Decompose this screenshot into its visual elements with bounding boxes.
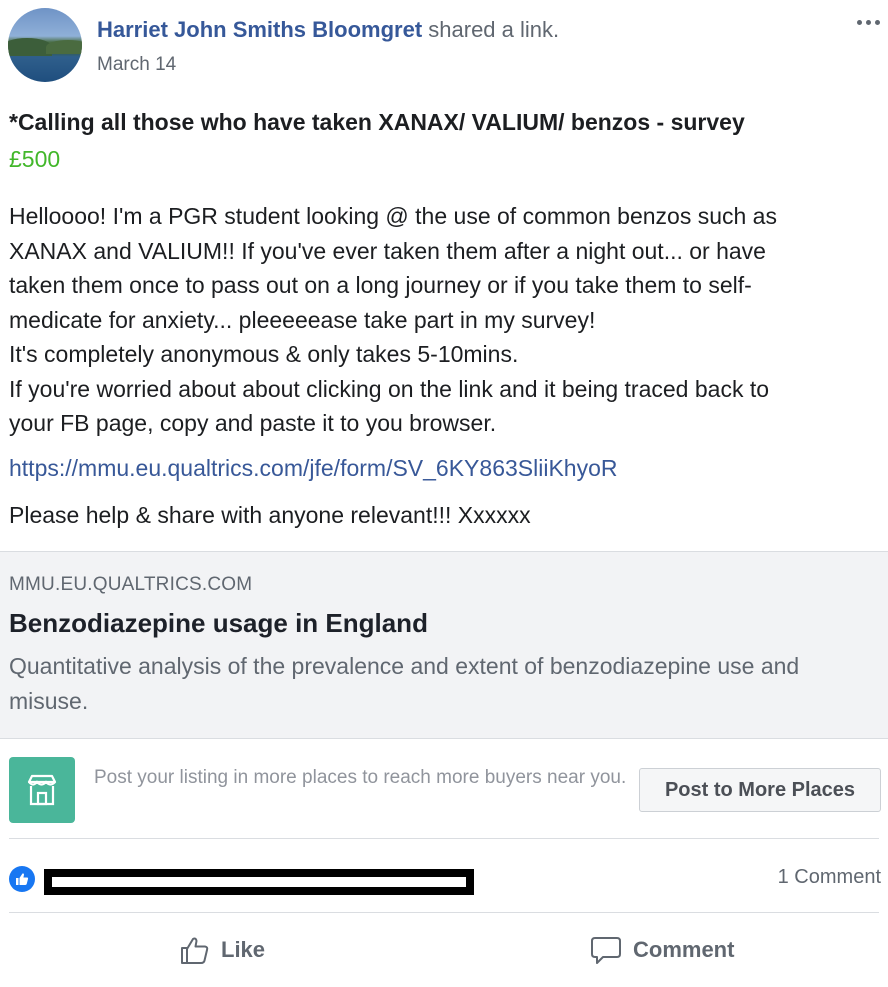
author-avatar[interactable] (8, 8, 82, 82)
comment-label: Comment (633, 937, 735, 962)
marketplace-prompt-text: Post your listing in more places to reac… (94, 767, 627, 788)
ellipsis-dot (865, 19, 871, 25)
ellipsis-dot (874, 19, 880, 25)
comment-bubble-icon (591, 937, 621, 964)
listing-title: *Calling all those who have taken XANAX/… (9, 109, 745, 135)
thumbs-up-icon (181, 937, 209, 964)
comment-button[interactable]: Comment (589, 928, 734, 972)
preview-domain: MMU.EU.QUALTRICS.COM (9, 574, 253, 595)
divider (9, 912, 879, 913)
reactions-bar: 1 Comment (0, 850, 888, 902)
author-line: Harriet John Smiths Bloomgret shared a l… (97, 16, 559, 44)
preview-description: Quantitative analysis of the prevalence … (9, 653, 800, 714)
body-line: your FB page, copy and paste it to you b… (9, 410, 497, 436)
body-line: medicate for anxiety... pleeeeease take … (9, 306, 596, 333)
author-name-link[interactable]: Harriet John Smiths Bloomgret (97, 17, 422, 42)
body-line: Helloooo! I'm a PGR student looking @ th… (9, 203, 777, 229)
like-label: Like (221, 937, 266, 962)
more-options-button[interactable] (848, 10, 888, 34)
ellipsis-icon (856, 19, 862, 25)
storefront-icon (9, 757, 75, 823)
post-header: Harriet John Smiths Bloomgret shared a l… (0, 0, 888, 90)
shared-action-text: shared a link. (422, 17, 560, 42)
comment-count-link[interactable]: 1 Comment (778, 864, 881, 890)
redacted-names (44, 869, 474, 895)
closing-text: Please help & share with anyone relevant… (9, 502, 531, 528)
body-line: taken them once to pass out on a long jo… (9, 272, 752, 298)
post-body: Helloooo! I'm a PGR student looking @ th… (9, 199, 879, 441)
post-actions: Like Comment (0, 920, 888, 980)
post-to-more-places-button[interactable]: Post to More Places (639, 768, 881, 812)
survey-url-link[interactable]: https://mmu.eu.qualtrics.com/jfe/form/SV… (9, 453, 617, 483)
body-line: If you're worried about about clicking o… (9, 375, 770, 402)
divider (9, 838, 879, 839)
marketplace-prompt: Post your listing in more places to reac… (0, 740, 888, 838)
post-date[interactable]: March 14 (97, 53, 176, 77)
preview-title: Benzodiazepine usage in England (9, 608, 428, 638)
body-line: XANAX and VALIUM!! If you've ever taken … (9, 237, 766, 264)
listing-price: £500 (9, 146, 61, 172)
body-line: It's completely anonymous & only takes 5… (9, 341, 519, 367)
like-button[interactable]: Like (179, 928, 265, 972)
like-reaction-icon[interactable] (9, 866, 35, 892)
link-preview-card[interactable]: MMU.EU.QUALTRICS.COM Benzodiazepine usag… (0, 551, 888, 739)
